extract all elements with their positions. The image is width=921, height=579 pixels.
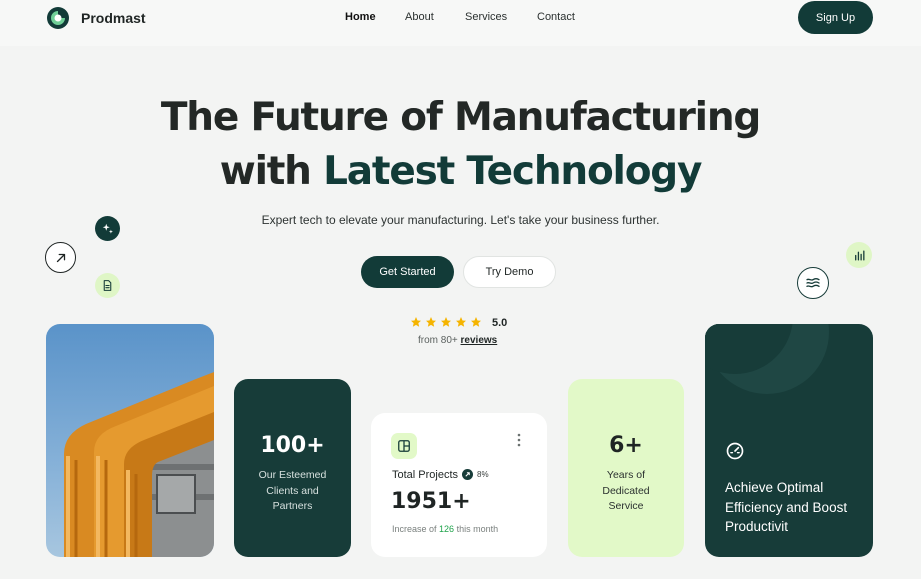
- reviews-prefix: from 80+: [418, 335, 461, 346]
- star-icon: [471, 317, 481, 327]
- star-icon: [456, 317, 466, 327]
- increase-value: 126: [439, 524, 455, 534]
- years-stat-card: 6+ Years of Dedicated Service: [568, 379, 684, 557]
- pipes-illustration: [64, 372, 214, 557]
- kebab-menu-icon[interactable]: [514, 433, 524, 447]
- projects-increase: Increase of 126 this month: [392, 524, 498, 534]
- nav-services[interactable]: Services: [465, 11, 507, 23]
- efficiency-text: Achieve Optimal Efficiency and Boost Pro…: [725, 480, 848, 534]
- clients-label: Our Esteemed Clients and Partners: [258, 469, 327, 512]
- arrow-up-right-icon: [56, 253, 65, 262]
- star-icon: [426, 317, 436, 327]
- bar-chart-icon: [854, 250, 864, 260]
- arrow-badge: [45, 242, 76, 273]
- sparkle-icon: [102, 223, 113, 234]
- waves-badge: [797, 267, 829, 299]
- trend-badge: [462, 469, 473, 480]
- reviews-link[interactable]: reviews: [461, 335, 498, 346]
- efficiency-card: Achieve Optimal Efficiency and Boost Pro…: [705, 324, 873, 557]
- projects-title: Total Projects: [392, 469, 459, 481]
- clients-stat-card: 100+ Our Esteemed Clients and Partners: [234, 379, 351, 557]
- years-label: Years of Dedicated Service: [602, 469, 650, 512]
- trend-up-icon: [465, 472, 470, 477]
- brand-name[interactable]: Prodmast: [81, 10, 146, 26]
- reviews-line: from 80+ reviews: [418, 335, 497, 346]
- sign-up-button[interactable]: Sign Up: [798, 1, 873, 34]
- rating-value: 5.0: [492, 317, 508, 329]
- projects-icon-badge: [391, 433, 417, 459]
- years-number: 6+: [609, 433, 643, 458]
- document-icon: [103, 280, 112, 291]
- increase-suffix: this month: [454, 524, 499, 534]
- gauge-icon: [726, 442, 744, 460]
- rating-stars: [410, 316, 482, 328]
- clients-number: 100+: [260, 433, 325, 458]
- nav-home[interactable]: Home: [345, 11, 376, 23]
- try-demo-button[interactable]: Try Demo: [463, 256, 556, 288]
- hero-title-accent: Latest Technology: [323, 149, 702, 194]
- document-badge: [95, 273, 120, 298]
- get-started-button[interactable]: Get Started: [361, 256, 454, 288]
- hero-title-line-1: The Future of Manufacturing: [160, 95, 761, 140]
- sparkle-badge: [95, 216, 120, 241]
- projects-number: 1951+: [391, 489, 471, 514]
- layout-icon: [398, 440, 410, 452]
- nav-about[interactable]: About: [405, 11, 434, 23]
- logo-icon[interactable]: [46, 6, 70, 30]
- star-icon: [411, 317, 421, 327]
- hero-title-line-2: with Latest Technology: [0, 149, 921, 194]
- increase-prefix: Increase of: [392, 524, 440, 534]
- projects-stat-card: Total Projects 8% 1951+ Increase of 126 …: [371, 413, 547, 557]
- industrial-pipes-image: [46, 324, 214, 557]
- nav-contact[interactable]: Contact: [537, 11, 575, 23]
- top-navigation-bar: Prodmast Home About Services Contact Sig…: [0, 0, 921, 46]
- hero-subtitle: Expert tech to elevate your manufacturin…: [261, 213, 660, 227]
- projects-change: 8%: [477, 470, 489, 479]
- star-icon: [441, 317, 451, 327]
- chart-badge: [846, 242, 872, 268]
- waves-icon: [806, 278, 820, 288]
- hero-title-prefix: with: [219, 149, 324, 194]
